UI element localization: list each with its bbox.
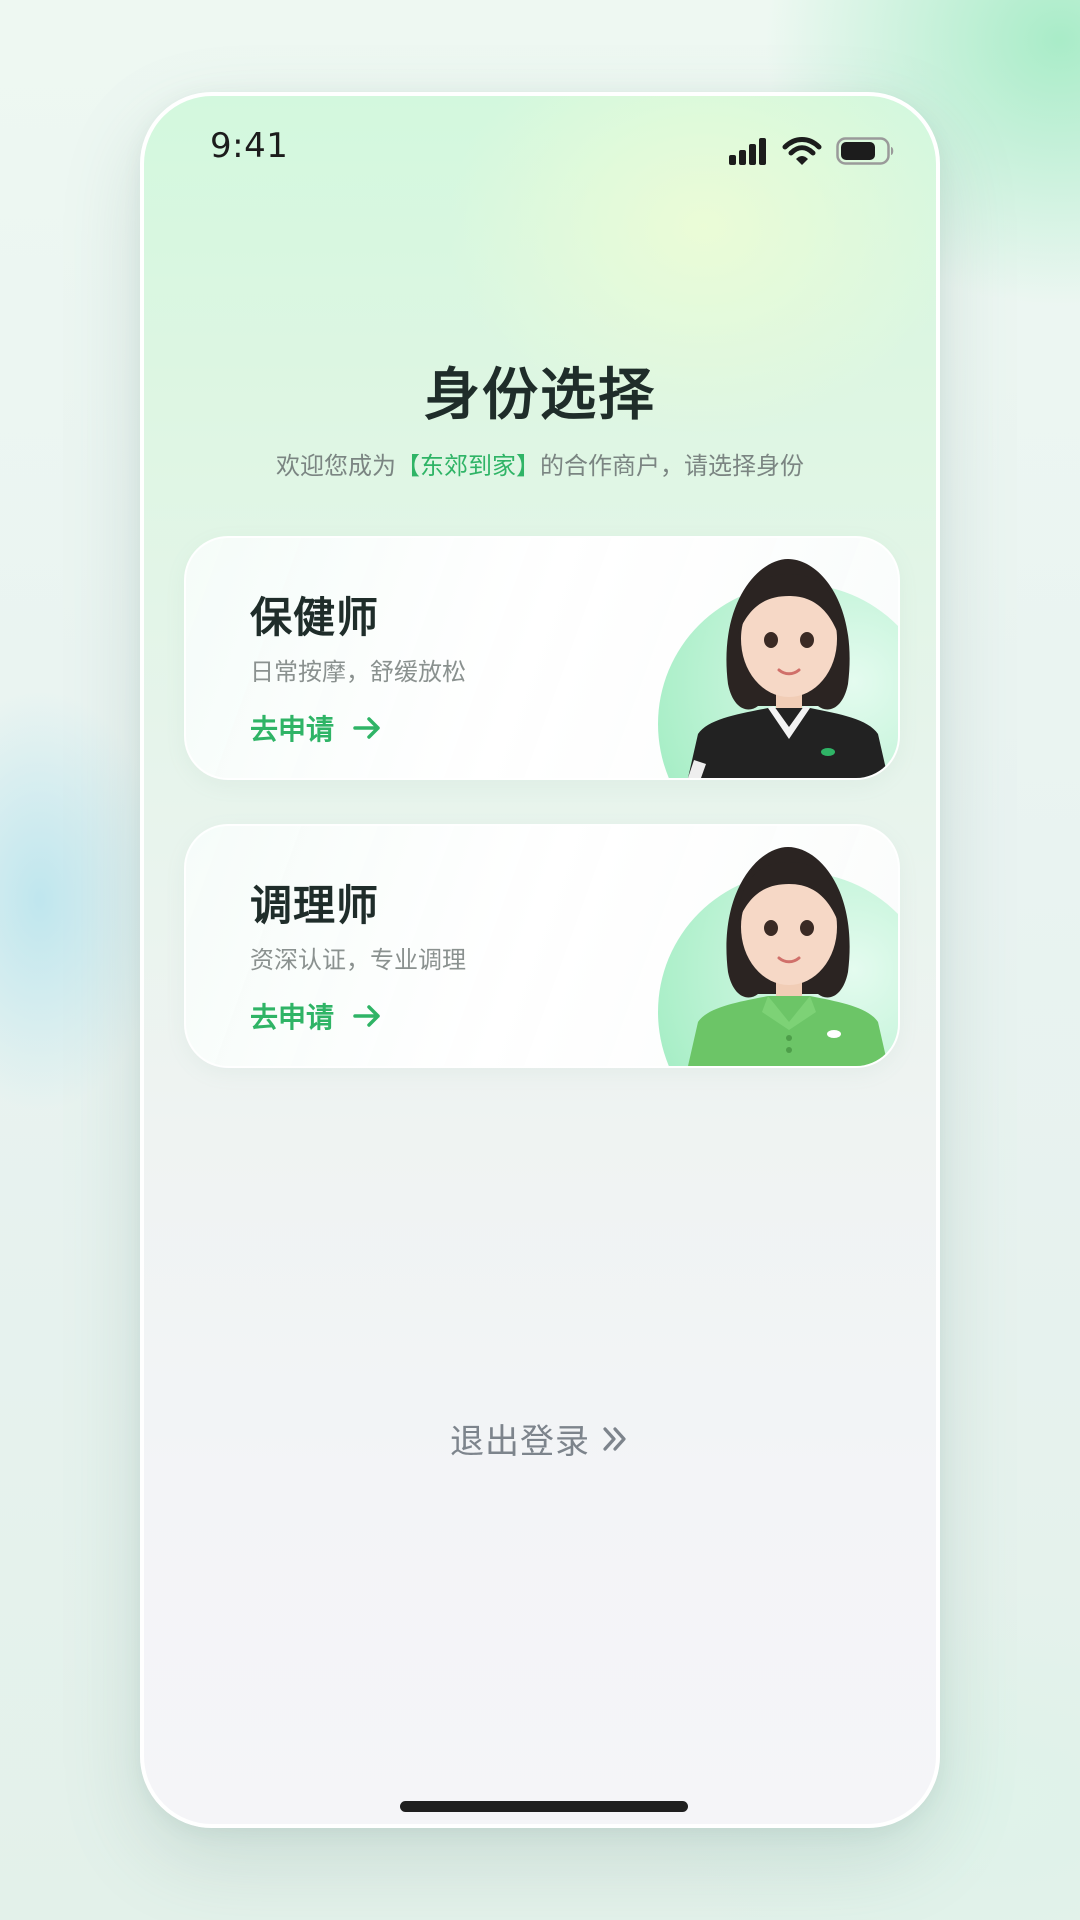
role-card-title: 保健师 [250, 593, 380, 642]
page-subtitle: 欢迎您成为【东郊到家】的合作商户，请选择身份 [144, 446, 936, 481]
page-title: 身份选择 [424, 363, 656, 428]
phone-frame: 9:41 身份选择 欢迎您成为【东郊到家】的合作商户，请选择身份 保健师 日常按… [140, 92, 940, 1828]
battery-icon [836, 137, 894, 165]
status-time: 9:41 [210, 126, 289, 166]
apply-button-label: 去申请 [250, 713, 335, 746]
therapist-avatar-image [658, 559, 898, 778]
apply-button-label: 去申请 [250, 1001, 335, 1034]
role-card-conditioning-therapist[interactable]: 调理师 资深认证，专业调理 去申请 [184, 824, 900, 1068]
arrow-right-icon [353, 1005, 380, 1027]
home-indicator[interactable] [400, 1801, 688, 1812]
role-card-description: 日常按摩，舒缓放松 [250, 658, 466, 686]
therapist-avatar-image [658, 847, 898, 1066]
brand-name: 【东郊到家】 [396, 452, 540, 480]
apply-button[interactable]: 去申请 [250, 996, 382, 1036]
double-chevron-right-icon [603, 1426, 626, 1451]
wifi-icon [782, 137, 822, 165]
logout-label: 退出登录 [450, 1422, 590, 1462]
status-icons [728, 136, 896, 166]
subtitle-prefix: 欢迎您成为 [276, 452, 396, 480]
subtitle-suffix: 的合作商户，请选择身份 [540, 452, 804, 480]
role-card-description: 资深认证，专业调理 [250, 946, 466, 974]
arrow-right-icon [353, 717, 380, 739]
role-card-health-therapist[interactable]: 保健师 日常按摩，舒缓放松 去申请 [184, 536, 900, 780]
status-bar: 9:41 [144, 126, 936, 182]
logout-button[interactable]: 退出登录 [144, 1414, 936, 1463]
signal-icon [729, 138, 766, 165]
apply-button[interactable]: 去申请 [250, 708, 382, 748]
role-card-title: 调理师 [250, 881, 380, 930]
